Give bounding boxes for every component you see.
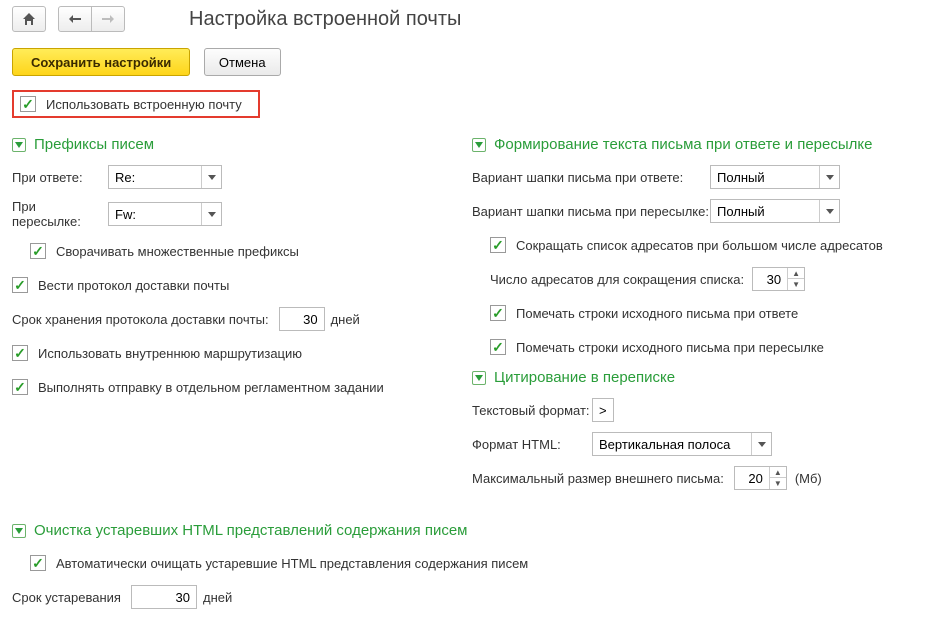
use-builtin-mail-checkbox[interactable] [20, 96, 36, 112]
header-reply-label: Вариант шапки письма при ответе: [472, 170, 710, 185]
chevron-down-icon [475, 375, 483, 381]
delivery-protocol-label: Вести протокол доставки почты [38, 278, 229, 293]
forward-prefix-dropdown[interactable] [201, 203, 221, 225]
chevron-down-icon [826, 209, 834, 214]
header-forward-input[interactable] [711, 200, 819, 222]
maxsize-spinner[interactable]: ▲ ▼ [734, 466, 787, 490]
back-button[interactable] [58, 6, 92, 32]
delivery-protocol-checkbox[interactable] [12, 277, 28, 293]
mark-reply-lines-checkbox[interactable] [490, 305, 506, 321]
maxsize-label: Максимальный размер внешнего письма: [472, 471, 724, 486]
forward-prefix-input[interactable] [109, 203, 201, 225]
shorten-recipients-checkbox[interactable] [490, 237, 506, 253]
cancel-button[interactable]: Отмена [204, 48, 281, 76]
use-builtin-mail-label: Использовать встроенную почту [46, 97, 242, 112]
section-reply: Формирование текста письма при ответе и … [472, 136, 917, 153]
age-unit: дней [203, 590, 232, 605]
chevron-down-icon [15, 528, 23, 534]
maxsize-input[interactable] [735, 467, 769, 489]
collapse-toggle[interactable] [12, 138, 26, 152]
forward-prefix-label: При пересылке: [12, 199, 108, 229]
collapse-prefixes-label: Сворачивать множественные префиксы [56, 244, 299, 259]
header-reply-combo[interactable] [710, 165, 840, 189]
header-forward-dropdown[interactable] [819, 200, 839, 222]
chevron-down-icon [475, 142, 483, 148]
retention-input[interactable] [280, 312, 324, 327]
maxsize-unit: (Мб) [795, 471, 822, 486]
separate-job-label: Выполнять отправку в отдельном регламент… [38, 380, 384, 395]
shorten-recipients-label: Сокращать список адресатов при большом ч… [516, 238, 883, 253]
save-button[interactable]: Сохранить настройки [12, 48, 190, 76]
text-format-input[interactable] [593, 403, 613, 418]
age-field[interactable] [131, 585, 197, 609]
reply-prefix-label: При ответе: [12, 170, 108, 185]
retention-unit: дней [331, 312, 360, 327]
retention-label: Срок хранения протокола доставки почты: [12, 312, 269, 327]
spinner-down[interactable]: ▼ [788, 279, 804, 290]
reply-prefix-dropdown[interactable] [201, 166, 221, 188]
header-forward-label: Вариант шапки письма при пересылке: [472, 204, 710, 219]
chevron-down-icon [208, 175, 216, 180]
html-format-combo[interactable] [592, 432, 772, 456]
auto-cleanup-label: Автоматически очищать устаревшие HTML пр… [56, 556, 528, 571]
auto-cleanup-checkbox[interactable] [30, 555, 46, 571]
chevron-down-icon [208, 212, 216, 217]
home-button[interactable] [12, 6, 46, 32]
chevron-down-icon [15, 142, 23, 148]
internal-routing-checkbox[interactable] [12, 345, 28, 361]
page-title: Настройка встроенной почты [189, 8, 461, 31]
chevron-down-icon [758, 442, 766, 447]
reply-prefix-combo[interactable] [108, 165, 222, 189]
collapse-toggle[interactable] [472, 138, 486, 152]
section-cleanup: Очистка устаревших HTML представлений со… [12, 522, 917, 539]
separate-job-checkbox[interactable] [12, 379, 28, 395]
html-format-label: Формат HTML: [472, 437, 592, 452]
collapse-toggle[interactable] [12, 524, 26, 538]
mark-forward-lines-label: Помечать строки исходного письма при пер… [516, 340, 824, 355]
forward-button[interactable] [91, 6, 125, 32]
chevron-down-icon [826, 175, 834, 180]
header-reply-input[interactable] [711, 166, 819, 188]
arrow-right-icon [102, 14, 114, 24]
retention-field[interactable] [279, 307, 325, 331]
recipients-count-spinner[interactable]: ▲ ▼ [752, 267, 805, 291]
recipients-count-label: Число адресатов для сокращения списка: [490, 272, 744, 287]
mark-reply-lines-label: Помечать строки исходного письма при отв… [516, 306, 798, 321]
reply-prefix-input[interactable] [109, 166, 201, 188]
spinner-up[interactable]: ▲ [770, 467, 786, 478]
internal-routing-label: Использовать внутреннюю маршрутизацию [38, 346, 302, 361]
forward-prefix-combo[interactable] [108, 202, 222, 226]
age-label: Срок устаревания [12, 590, 121, 605]
section-prefixes: Префиксы писем [12, 136, 472, 153]
home-icon [22, 12, 36, 26]
arrow-left-icon [69, 14, 81, 24]
text-format-label: Текстовый формат: [472, 403, 592, 418]
collapse-prefixes-checkbox[interactable] [30, 243, 46, 259]
use-builtin-mail-row: Использовать встроенную почту [12, 90, 260, 118]
text-format-field[interactable] [592, 398, 614, 422]
recipients-count-input[interactable] [753, 268, 787, 290]
header-forward-combo[interactable] [710, 199, 840, 223]
spinner-down[interactable]: ▼ [770, 478, 786, 489]
spinner-up[interactable]: ▲ [788, 268, 804, 279]
age-input[interactable] [132, 590, 196, 605]
html-format-dropdown[interactable] [751, 433, 771, 455]
html-format-input[interactable] [593, 433, 751, 455]
header-reply-dropdown[interactable] [819, 166, 839, 188]
collapse-toggle[interactable] [472, 371, 486, 385]
mark-forward-lines-checkbox[interactable] [490, 339, 506, 355]
section-quote: Цитирование в переписке [472, 369, 917, 386]
